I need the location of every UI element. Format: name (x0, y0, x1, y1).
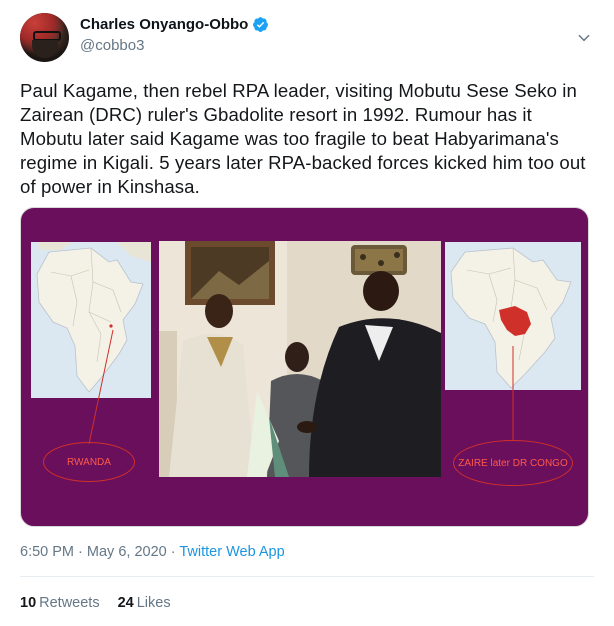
meta-separator: · (78, 544, 83, 560)
likes-label: Likes (136, 595, 171, 611)
tweet-meta: 6:50 PM · May 6, 2020 · Twitter Web App (20, 544, 285, 560)
meta-separator: · (170, 544, 176, 560)
avatar[interactable] (20, 13, 69, 62)
likes-stat[interactable]: 24 Likes (118, 595, 171, 611)
tweet-stats: 10 Retweets 24 Likes (20, 595, 171, 611)
tweet-date[interactable]: May 6, 2020 (87, 544, 167, 560)
verified-badge-icon (253, 17, 269, 32)
retweets-label: Retweets (39, 595, 100, 611)
likes-count: 24 (117, 595, 134, 611)
divider (20, 576, 594, 577)
tweet-media[interactable]: RWANDA ZAIRE later DR CONGO (20, 207, 589, 527)
retweets-count: 10 (20, 595, 37, 611)
chevron-down-icon[interactable] (576, 30, 592, 46)
author-handle[interactable]: @cobbo3 (80, 37, 144, 54)
rwanda-label: RWANDA (43, 442, 135, 482)
retweets-stat[interactable]: 10 Retweets (20, 595, 100, 611)
tweet: Charles Onyango-Obbo @cobbo3 Paul Kagame… (0, 0, 614, 626)
tweet-time[interactable]: 6:50 PM (20, 544, 74, 560)
tweet-source[interactable]: Twitter Web App (179, 544, 284, 560)
zaire-label: ZAIRE later DR CONGO (453, 440, 573, 486)
tweet-text: Paul Kagame, then rebel RPA leader, visi… (20, 80, 586, 197)
author-display-name[interactable]: Charles Onyango-Obbo (80, 16, 248, 33)
author-name-row: Charles Onyango-Obbo (80, 16, 269, 33)
